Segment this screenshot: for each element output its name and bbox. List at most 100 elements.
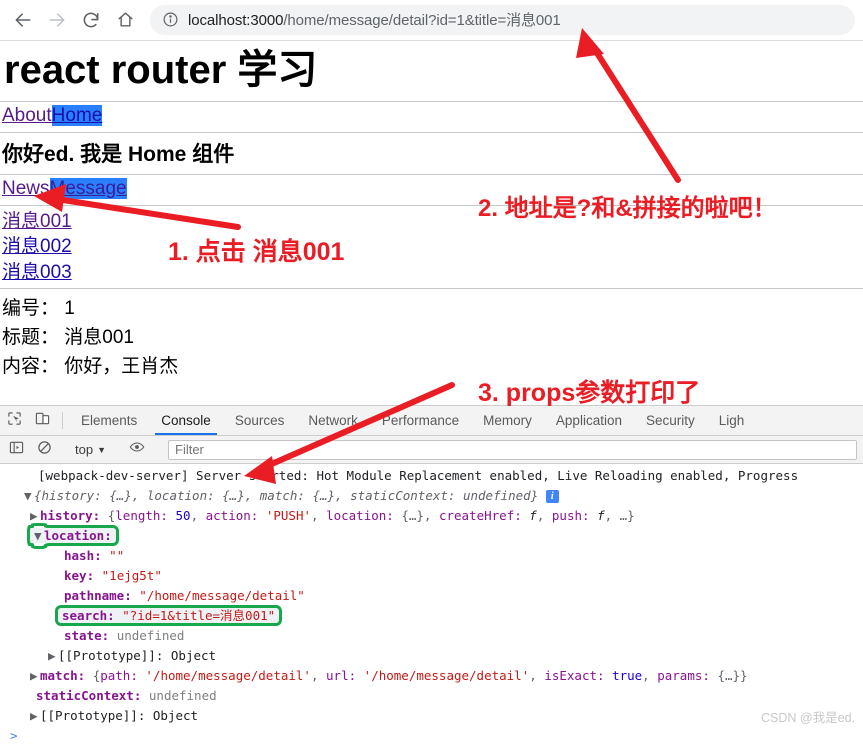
value-length: 50 bbox=[175, 508, 191, 523]
clear-console-icon bbox=[37, 440, 52, 460]
list-item: 消息002 bbox=[2, 234, 861, 260]
key-key: key: bbox=[64, 568, 95, 583]
location-highlight-box: ▼ location: bbox=[27, 525, 119, 546]
expand-arrow-icon[interactable]: ▼ bbox=[24, 486, 34, 506]
reload-icon bbox=[81, 10, 101, 30]
key-staticcontext: staticContext: bbox=[36, 688, 142, 703]
value-more: …} bbox=[619, 508, 635, 523]
expand-arrow-icon[interactable]: ▼ bbox=[34, 526, 44, 546]
device-toolbar-icon bbox=[35, 411, 50, 431]
detail-label-id: 编号： bbox=[2, 297, 60, 319]
divider bbox=[62, 412, 63, 429]
key-length: length: bbox=[115, 508, 168, 523]
key-hash: hash: bbox=[64, 548, 102, 563]
key-match-url: url: bbox=[326, 668, 357, 683]
key-createhref: createHref: bbox=[438, 508, 522, 523]
value-state: undefined bbox=[116, 628, 185, 643]
tab-performance[interactable]: Performance bbox=[370, 406, 471, 435]
tab-application[interactable]: Application bbox=[544, 406, 634, 435]
value-key: "1ejg5t" bbox=[101, 568, 162, 583]
tab-memory[interactable]: Memory bbox=[471, 406, 544, 435]
console-row-prototype-root: ▶ [[Prototype]]: Object bbox=[0, 706, 863, 726]
console-row-location: ▼ location: bbox=[0, 525, 863, 546]
tab-security[interactable]: Security bbox=[634, 406, 707, 435]
home-button[interactable] bbox=[110, 5, 140, 35]
console-row-match: ▶ match: {path: '/home/message/detail', u… bbox=[0, 666, 863, 686]
console-output: [webpack-dev-server] Server started: Hot… bbox=[0, 464, 863, 754]
back-button[interactable] bbox=[8, 5, 38, 35]
tab-lighthouse[interactable]: Ligh bbox=[707, 406, 757, 435]
value-prototype: Object bbox=[152, 708, 199, 723]
console-message-system: [webpack-dev-server] Server started: Hot… bbox=[38, 468, 799, 483]
value-createhref: f bbox=[529, 508, 537, 523]
address-bar-url: localhost:3000/home/message/detail?id=1&… bbox=[188, 9, 561, 30]
live-expression-button[interactable] bbox=[123, 439, 151, 460]
console-prompt[interactable]: > bbox=[0, 726, 863, 746]
tab-network[interactable]: Network bbox=[296, 406, 370, 435]
value-prototype: Object bbox=[170, 648, 217, 663]
tab-sources[interactable]: Sources bbox=[223, 406, 297, 435]
tab-console[interactable]: Console bbox=[149, 406, 223, 435]
detail-row-content: 内容： 你好，王肖杰 bbox=[2, 352, 861, 381]
tab-elements[interactable]: Elements bbox=[69, 406, 149, 435]
clear-console-button[interactable] bbox=[30, 440, 58, 460]
detail-value-content: 你好，王肖杰 bbox=[64, 356, 179, 378]
search-highlight-box: search: "?id=1&title=消息001" bbox=[54, 605, 283, 626]
filter-input[interactable] bbox=[168, 439, 857, 460]
console-toolbar: top ▼ bbox=[0, 436, 863, 464]
detail-value-title: 消息001 bbox=[64, 326, 134, 348]
reload-button[interactable] bbox=[76, 5, 106, 35]
expand-arrow-icon[interactable]: ▶ bbox=[30, 666, 40, 686]
nav-link-home[interactable]: Home bbox=[51, 105, 103, 126]
devtools-tabbar: Elements Console Sources Network Perform… bbox=[0, 406, 863, 436]
value-hash: "" bbox=[109, 548, 125, 563]
console-sidebar-button[interactable] bbox=[2, 440, 30, 460]
nav-link-message[interactable]: Message bbox=[49, 177, 127, 199]
nav-link-about[interactable]: About bbox=[2, 105, 52, 126]
detail-row-title: 标题： 消息001 bbox=[2, 323, 861, 352]
message-detail: 编号： 1 标题： 消息001 内容： 你好，王肖杰 bbox=[0, 289, 863, 384]
info-badge-icon[interactable]: i bbox=[545, 490, 559, 503]
console-row-staticcontext: staticContext: undefined bbox=[0, 686, 863, 706]
info-circle-icon[interactable] bbox=[162, 11, 180, 29]
detail-value-id: 1 bbox=[64, 297, 75, 319]
device-toolbar-button[interactable] bbox=[28, 406, 56, 435]
value-match-params: {…}} bbox=[717, 668, 748, 683]
value-match-path: '/home/message/detail' bbox=[145, 668, 311, 683]
value-match-url: '/home/message/detail' bbox=[363, 668, 530, 683]
detail-row-id: 编号： 1 bbox=[2, 294, 861, 323]
execution-context-label: top bbox=[75, 442, 94, 457]
detail-label-title: 标题： bbox=[2, 326, 60, 348]
execution-context-selector[interactable]: top ▼ bbox=[71, 442, 110, 457]
key-search: search: bbox=[62, 608, 115, 623]
inspect-element-button[interactable] bbox=[0, 406, 28, 435]
console-row-prototype-location: ▶ [[Prototype]]: Object bbox=[0, 646, 863, 666]
expand-arrow-icon[interactable]: ▶ bbox=[48, 646, 58, 666]
console-message-object: ▼ {history: {…}, location: {…}, match: {…… bbox=[0, 486, 863, 506]
forward-button[interactable] bbox=[42, 5, 72, 35]
watermark: CSDN @我是ed. bbox=[761, 711, 855, 725]
key-pathname: pathname: bbox=[64, 588, 132, 603]
console-row-history: ▶ history: {length: 50, action: 'PUSH', l… bbox=[0, 506, 863, 526]
object-preview: {history: {…}, location: {…}, match: {…}… bbox=[34, 488, 539, 503]
message-link-001[interactable]: 消息001 bbox=[2, 211, 72, 232]
top-nav: AboutHome bbox=[0, 102, 863, 132]
page-title: react router 学习 bbox=[4, 48, 318, 92]
arrow-left-icon bbox=[13, 10, 33, 30]
url-path: /home/message/detail?id=1&title=消息001 bbox=[283, 12, 561, 29]
message-link-003[interactable]: 消息003 bbox=[2, 262, 72, 283]
value-push: f bbox=[597, 508, 605, 523]
value-action: 'PUSH' bbox=[265, 508, 311, 523]
key-state: state: bbox=[64, 628, 110, 643]
chevron-down-icon: ▼ bbox=[97, 444, 106, 455]
nav-link-news[interactable]: News bbox=[2, 178, 50, 199]
message-link-002[interactable]: 消息002 bbox=[2, 236, 72, 257]
key-match-params: params: bbox=[657, 668, 710, 683]
expand-arrow-icon[interactable]: ▶ bbox=[30, 706, 40, 726]
console-sidebar-icon bbox=[9, 440, 24, 460]
list-item: 消息001 bbox=[2, 209, 861, 235]
address-bar[interactable]: localhost:3000/home/message/detail?id=1&… bbox=[150, 4, 855, 35]
expand-arrow-icon[interactable]: ▶ bbox=[30, 506, 40, 526]
key-action: action: bbox=[205, 508, 259, 523]
console-row-state: state: undefined bbox=[0, 626, 863, 646]
